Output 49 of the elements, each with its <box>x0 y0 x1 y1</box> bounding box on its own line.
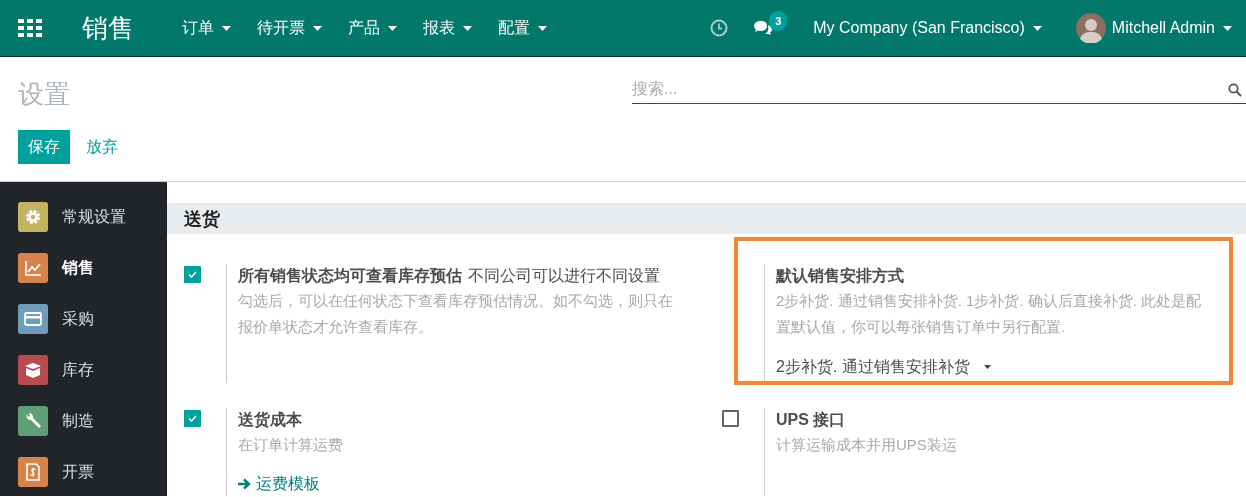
setting-title: 送货成本 <box>238 411 302 428</box>
sidebar-item[interactable]: 采购 <box>0 293 167 344</box>
check-icon <box>188 271 197 278</box>
setting-description: 勾选后，可以在任何状态下查看库存预估情况。如不勾选，则只在报价单状态才允许查看库存。 <box>238 291 674 337</box>
sidebar-item[interactable]: 库存 <box>0 344 167 395</box>
sidebar-item[interactable]: 制造 <box>0 395 167 446</box>
sidebar-item[interactable]: 销售 <box>0 242 167 293</box>
template-link[interactable]: 运费模板 <box>238 471 320 496</box>
caret-icon <box>1223 25 1232 31</box>
setting-title: UPS 接口 <box>776 411 846 428</box>
section-header: 送货 <box>167 203 1246 234</box>
company-switcher[interactable]: My Company (San Francisco) <box>813 16 1042 40</box>
chat-icon[interactable] <box>753 20 774 38</box>
search-icon[interactable] <box>1228 83 1242 97</box>
checkbox[interactable] <box>722 410 739 427</box>
menu-item[interactable]: 订单 <box>182 16 231 40</box>
setting-note: 不同公司可以进行不同设置 <box>468 267 660 284</box>
user-menu[interactable]: Mitchell Admin <box>1111 16 1232 40</box>
menu-item[interactable]: 产品 <box>348 16 397 40</box>
apps-menu-icon[interactable] <box>18 19 42 37</box>
checkbox[interactable] <box>184 410 201 427</box>
caret-icon <box>313 25 322 31</box>
app-title: 销售 <box>82 11 134 45</box>
checkbox[interactable] <box>184 266 201 283</box>
caret-icon <box>222 25 231 31</box>
caret-icon <box>463 25 472 31</box>
caret-icon <box>1032 25 1042 31</box>
message-count: 3 <box>769 10 788 31</box>
caret-icon <box>983 365 991 369</box>
caret-icon <box>388 25 397 31</box>
menu-item[interactable]: 报表 <box>423 16 472 40</box>
caret-icon <box>538 25 547 31</box>
setting-description: 在订单计算运费 <box>238 435 343 455</box>
save-button[interactable]: 保存 <box>18 130 70 164</box>
setting-title: 所有销售状态均可查看库存预估 <box>238 267 462 284</box>
discard-button[interactable]: 放弃 <box>76 130 128 164</box>
menu-item[interactable]: 待开票 <box>257 16 322 40</box>
setting-title: 默认销售安排方式 <box>776 267 904 284</box>
arrow-icon <box>238 477 252 490</box>
setting-description: 计算运输成本并用UPS装运 <box>776 435 957 455</box>
check-icon <box>188 415 197 422</box>
sidebar-item[interactable]: 开票 <box>0 446 167 496</box>
avatar <box>1075 13 1106 43</box>
clock-icon[interactable] <box>710 19 729 37</box>
setting-description: 2步补货. 通过销售安排补货. 1步补货. 确认后直接补货. 此处是配置默认值，你可以每张销售订单中另行配置. <box>776 291 1203 337</box>
sidebar-item[interactable]: 常规设置 <box>0 191 167 242</box>
page-title: 设置 <box>18 78 70 111</box>
dropdown-field[interactable]: 2步补货. 通过销售安排补货 <box>776 355 999 383</box>
menu-item[interactable]: 配置 <box>498 16 547 40</box>
